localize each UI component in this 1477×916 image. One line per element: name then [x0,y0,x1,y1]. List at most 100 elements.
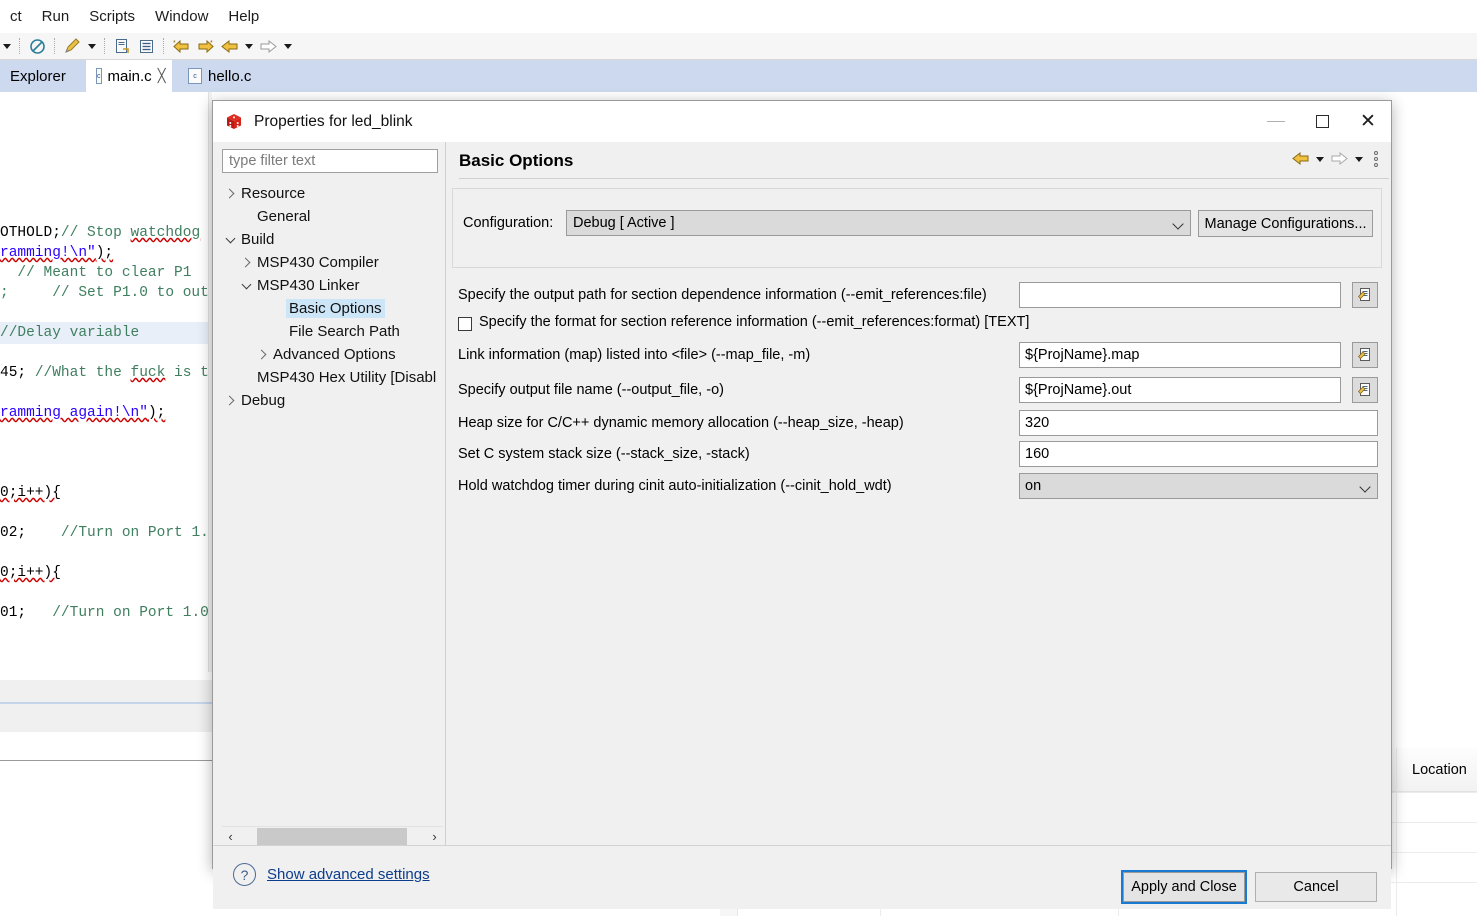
svg-text:*: * [173,40,176,47]
emit-references-format-checkbox[interactable] [458,317,472,331]
tree-item-general[interactable]: General [222,205,443,228]
toolbar-separator [19,38,20,54]
show-advanced-settings-link[interactable]: Show advanced settings [267,866,430,883]
scroll-thumb[interactable] [257,827,407,845]
tree-item-file-search-path[interactable]: File Search Path [222,320,443,343]
toolbar-separator [104,38,105,54]
code-token: ramming again!\n" [0,405,148,421]
chevron-down-icon [1172,218,1184,230]
code-token: //Delay variable [0,325,140,341]
cancel-button[interactable]: Cancel [1255,872,1377,902]
view-menu-icon[interactable] [1367,148,1385,170]
toolbar-separator [54,38,55,54]
tab-hello-c[interactable]: c hello.c [178,60,264,92]
code-line: 45; //What the fuck is t [0,365,209,381]
explorer-pane-title[interactable]: Explorer [0,60,82,92]
tree-item-label: Advanced Options [273,346,396,363]
chevron-right-icon[interactable] [238,251,254,274]
tab-hello-c-label: hello.c [208,67,252,85]
dialog-title-bar[interactable]: Properties for led_blink ✕ [213,101,1391,142]
close-icon[interactable]: ╳ [158,68,166,84]
dropdown-caret-icon[interactable] [281,35,294,57]
configuration-select[interactable]: Debug [ Active ] [566,210,1191,236]
dropdown-caret-icon[interactable] [1351,148,1366,170]
back-star-icon[interactable]: * [170,35,192,57]
dropdown-caret-icon[interactable] [1312,148,1327,170]
chevron-right-icon[interactable] [254,343,270,366]
option-input[interactable]: ${ProjName}.map [1019,342,1341,368]
menu-item-run[interactable]: Run [32,4,80,29]
menu-item-ct[interactable]: ct [0,4,32,29]
chevron-down-icon[interactable] [238,274,254,297]
code-token: ); [95,245,114,261]
dropdown-caret-icon[interactable] [85,35,98,57]
tree-item-msp430-hex-utility-disabl[interactable]: MSP430 Hex Utility [Disabl [222,366,443,389]
option-input[interactable]: 160 [1019,441,1378,467]
code-line: ramming again!\n"); [0,405,165,421]
tree-horizontal-scrollbar[interactable]: ‹ › [222,826,443,846]
code-token: is t [165,365,209,381]
tree-item-resource[interactable]: Resource [222,182,443,205]
code-token: 02; [0,525,61,541]
scroll-right-icon[interactable]: › [426,827,443,846]
pencil-icon[interactable] [61,35,83,57]
filter-input[interactable]: type filter text [222,149,438,173]
tab-main-c[interactable]: c main.c ╳ [86,60,172,92]
back-arrow-icon[interactable] [218,35,240,57]
option-label[interactable]: Specify the format for section reference… [479,314,1029,330]
menu-item-window[interactable]: Window [145,4,218,29]
tree-item-debug[interactable]: Debug [222,389,443,412]
option-label: Set C system stack size (--stack_size, -… [458,446,750,462]
help-icon[interactable]: ? [233,863,256,886]
code-token: 45; [0,365,35,381]
dialog-body: type filter text Resource General Build MSP… [213,142,1391,909]
forward-arrow-icon[interactable] [257,35,279,57]
close-icon[interactable]: ✕ [1345,101,1391,142]
code-token: // Stop [60,225,131,241]
back-arrow-icon[interactable] [1289,148,1311,170]
tree-item-build[interactable]: Build [222,228,443,251]
option-input[interactable]: ${ProjName}.out [1019,377,1341,403]
menu-item-help[interactable]: Help [218,4,269,29]
dropdown-caret-icon[interactable] [242,35,255,57]
manage-configurations-button[interactable]: Manage Configurations... [1198,210,1373,237]
code-line: //Delay variable [0,325,139,341]
apply-and-close-button[interactable]: Apply and Close [1121,870,1247,904]
maximize-icon[interactable] [1299,101,1345,142]
dropdown-caret-icon[interactable] [0,35,13,57]
code-token: 0;i++){ [0,485,61,501]
forward-arrow-icon[interactable] [1328,148,1350,170]
code-token: // Meant to clear P1 [0,265,192,281]
option-label: Hold watchdog timer during cinit auto-in… [458,478,892,494]
dialog-title: Properties for led_blink [254,112,413,130]
chevron-right-icon[interactable] [222,389,238,412]
editor-tab-row: Explorer c main.c ╳ c hello.c [0,60,1477,92]
tree-item-basic-options[interactable]: Basic Options [222,297,443,320]
column-header-location[interactable]: Location [1412,762,1467,778]
option-select[interactable]: on [1019,473,1378,499]
list-icon[interactable] [135,35,157,57]
scroll-left-icon[interactable]: ‹ [222,827,239,846]
chevron-down-icon[interactable] [222,228,238,251]
option-input[interactable] [1019,282,1341,308]
tree-item-advanced-options[interactable]: Advanced Options [222,343,443,366]
option-input[interactable]: 320 [1019,410,1378,436]
settings-tree[interactable]: Resource General Build MSP430 Compiler MSP43… [222,182,443,882]
chevron-right-icon[interactable] [222,182,238,205]
menu-item-scripts[interactable]: Scripts [79,4,145,29]
browse-file-icon[interactable] [1352,342,1378,368]
forward-star-icon[interactable]: * [194,35,216,57]
tree-twisty-spacer [270,320,286,343]
tree-item-msp430-compiler[interactable]: MSP430 Compiler [222,251,443,274]
scroll-track[interactable] [239,826,426,846]
minimize-icon[interactable] [1253,101,1299,142]
export-icon[interactable] [111,35,133,57]
browse-file-icon[interactable] [1352,377,1378,403]
tree-item-msp430-linker[interactable]: MSP430 Linker [222,274,443,297]
content-panel: Basic Options Configuration: Debug [Act… [446,142,1391,845]
configuration-value: Debug [ Active ] [573,215,675,231]
option-value: on [1025,478,1042,494]
toolbar-separator [163,38,164,54]
browse-file-icon[interactable] [1352,282,1378,308]
no-entry-icon[interactable] [26,35,48,57]
